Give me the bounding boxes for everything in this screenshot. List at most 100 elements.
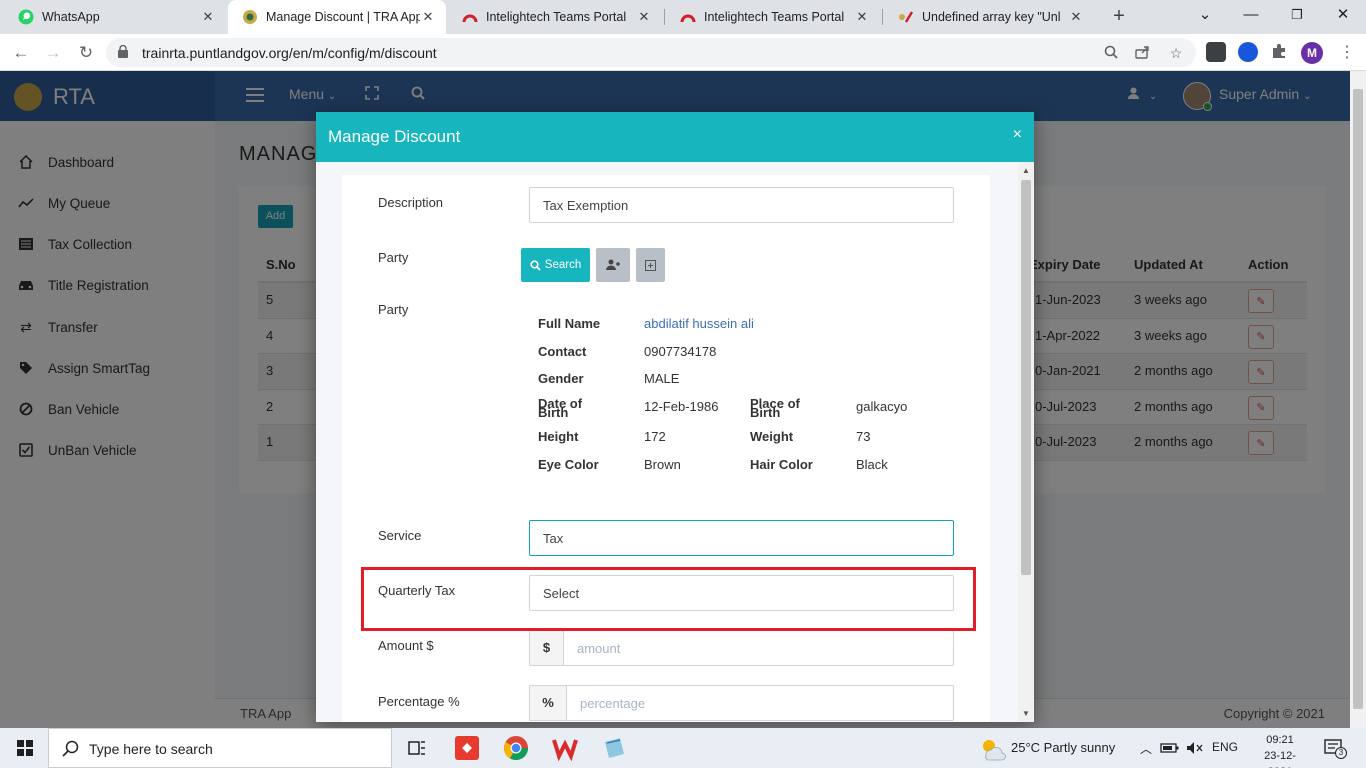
omnibox[interactable]: trainrta.puntlandgov.org/en/m/config/m/d…: [106, 38, 1196, 67]
tab-manage-discount[interactable]: Manage Discount | TRA App ✕: [228, 0, 446, 34]
dob-key: Date of Birth: [538, 396, 583, 420]
forward-button[interactable]: →: [40, 40, 66, 66]
chevron-up-icon[interactable]: ︿: [1140, 740, 1152, 757]
party-label: Party: [378, 250, 409, 265]
percentage-label: Percentage %: [378, 694, 460, 709]
page-scrollbar-thumb[interactable]: [1353, 89, 1363, 709]
close-tab-icon[interactable]: ✕: [636, 9, 652, 25]
full-name-value[interactable]: abdilatif hussein ali: [644, 316, 754, 331]
tab-teams-portal-2[interactable]: Intelightech Teams Portal ✕: [666, 0, 880, 34]
percentage-input[interactable]: % percentage: [529, 685, 954, 721]
percent-addon: %: [530, 686, 567, 720]
taskbar-search-placeholder: Type here to search: [89, 741, 213, 757]
dob-value: 12-Feb-1986: [644, 399, 719, 414]
tab-teams-portal-1[interactable]: Intelightech Teams Portal ✕: [448, 0, 662, 34]
plus-square-icon: [645, 259, 656, 271]
weather-text[interactable]: 25°C Partly sunny: [1011, 740, 1115, 755]
party-details-label: Party: [378, 302, 409, 317]
height-key: Height: [538, 429, 579, 444]
modal-scrollbar-thumb[interactable]: [1021, 180, 1031, 575]
reload-button[interactable]: ↻: [73, 40, 99, 66]
tab-undefined-array-key[interactable]: Undefined array key "Unl ✕: [884, 0, 1094, 34]
search-icon: [530, 259, 541, 271]
extension-icon[interactable]: [1206, 42, 1226, 62]
modal-scrollbar[interactable]: ▲ ▼: [1018, 162, 1034, 722]
search-party-button[interactable]: Search: [521, 248, 590, 282]
url-text: trainrta.puntlandgov.org/en/m/config/m/d…: [142, 45, 437, 61]
chrome-icon[interactable]: [502, 734, 530, 762]
height-value: 172: [644, 429, 666, 444]
percentage-placeholder: percentage: [580, 696, 646, 711]
tab-title: WhatsApp: [42, 10, 100, 24]
tab-whatsapp[interactable]: WhatsApp ✕: [4, 0, 226, 34]
browser-tab-bar: WhatsApp ✕ Manage Discount | TRA App ✕ I…: [0, 0, 1366, 34]
tab-separator: [664, 9, 665, 25]
amount-label: Amount $: [378, 638, 434, 653]
restore-button[interactable]: ❐: [1274, 0, 1320, 34]
notifications-icon[interactable]: 3: [1323, 738, 1347, 759]
windows-taskbar: Type here to search 25°C Partly sunny ︿ …: [0, 728, 1366, 768]
back-button[interactable]: ←: [8, 40, 34, 66]
eye-color-key: Eye Color: [538, 457, 599, 472]
modal-header: Manage Discount ×: [316, 112, 1034, 162]
description-input[interactable]: Tax Exemption: [529, 187, 954, 223]
hair-color-value: Black: [856, 457, 888, 472]
notification-count: 3: [1335, 747, 1347, 759]
pencil-icon: [898, 9, 914, 25]
language-indicator[interactable]: ENG: [1212, 740, 1238, 754]
search-icon: [62, 740, 79, 757]
weight-key: Weight: [750, 429, 794, 444]
profile-avatar[interactable]: M: [1301, 42, 1323, 64]
tab-title: Intelightech Teams Portal: [486, 10, 627, 24]
expand-party-button[interactable]: [636, 248, 665, 282]
volume-muted-icon[interactable]: [1185, 740, 1205, 756]
bookmark-star-icon[interactable]: ☆: [1167, 45, 1185, 63]
full-name-key: Full Name: [538, 316, 601, 331]
close-tab-icon[interactable]: ✕: [854, 9, 870, 25]
chrome-menu-icon[interactable]: ⋮: [1334, 40, 1360, 66]
clock-date: 23-12-2021: [1264, 750, 1296, 768]
amount-input[interactable]: $ amount: [529, 630, 954, 666]
address-bar: ← → ↻ trainrta.puntlandgov.org/en/m/conf…: [0, 34, 1366, 71]
lock-icon: [118, 45, 128, 58]
page-scrollbar[interactable]: [1350, 71, 1366, 728]
battery-icon[interactable]: [1159, 740, 1181, 756]
scroll-down-arrow-icon[interactable]: ▼: [1022, 709, 1030, 718]
contact-value: 0907734178: [644, 344, 717, 359]
extension-icon[interactable]: [1238, 42, 1258, 62]
close-tab-icon[interactable]: ✕: [1068, 9, 1084, 25]
rta-logo-icon: [242, 9, 258, 25]
system-clock[interactable]: 09:21 23-12-2021: [1258, 732, 1302, 768]
service-value: Tax: [543, 531, 564, 546]
share-icon[interactable]: [1134, 45, 1152, 63]
puzzle-icon[interactable]: [1270, 42, 1290, 62]
scroll-up-arrow-icon[interactable]: ▲: [1022, 166, 1030, 175]
description-value: Tax Exemption: [543, 198, 629, 213]
dollar-addon: $: [530, 631, 564, 665]
service-label: Service: [378, 528, 422, 543]
new-tab-button[interactable]: +: [1108, 5, 1130, 27]
clock-time: 09:21: [1266, 734, 1294, 746]
windows-start-icon[interactable]: [17, 740, 33, 756]
task-view-icon[interactable]: [403, 734, 431, 762]
close-tab-icon[interactable]: ✕: [200, 9, 216, 25]
tab-search-chevron-icon[interactable]: ⌄: [1182, 0, 1228, 34]
wps-office-icon[interactable]: [551, 734, 579, 762]
pob-key: Place of Birth: [750, 396, 800, 420]
notepad-icon[interactable]: [600, 734, 628, 762]
service-select[interactable]: Tax: [529, 520, 954, 556]
teams-portal-icon: [680, 9, 696, 25]
zoom-icon[interactable]: [1102, 45, 1120, 63]
modal-title: Manage Discount: [328, 127, 461, 146]
minimize-button[interactable]: —: [1228, 0, 1274, 34]
tab-separator: [882, 9, 883, 25]
close-tab-icon[interactable]: ✕: [420, 9, 436, 25]
hair-color-key: Hair Color: [750, 457, 813, 472]
add-party-button[interactable]: [596, 248, 630, 282]
eye-color-value: Brown: [644, 457, 681, 472]
taskbar-search-box[interactable]: Type here to search: [48, 728, 392, 768]
whatsapp-icon: [18, 9, 34, 25]
anydesk-icon[interactable]: [453, 734, 481, 762]
close-icon[interactable]: ×: [1013, 126, 1022, 144]
close-window-button[interactable]: ✕: [1320, 0, 1366, 34]
